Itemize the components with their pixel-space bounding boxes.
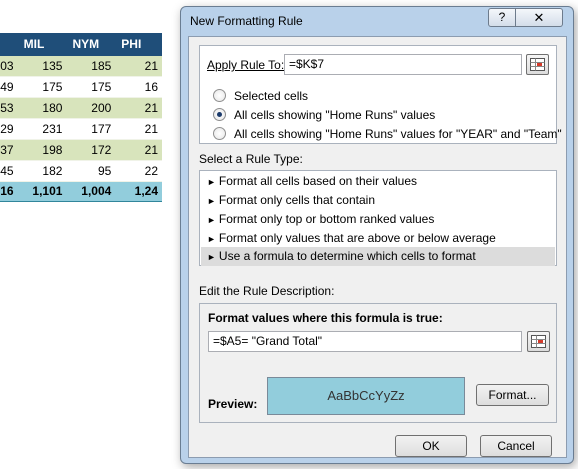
table-row: 137 198 172 21 <box>0 139 162 161</box>
apply-rule-group: Apply Rule To: =$K$7 Selected cells All … <box>199 45 562 144</box>
close-button[interactable]: ✕ <box>516 8 563 27</box>
select-rule-type-label: Select a Rule Type: <box>199 152 303 166</box>
arrow-right-icon: ► <box>207 177 216 187</box>
table-cell[interactable]: 172 <box>66 139 116 161</box>
dialog-body: Apply Rule To: =$K$7 Selected cells All … <box>188 36 567 458</box>
rule-type-list[interactable]: ► Format all cells based on their values … <box>199 170 557 266</box>
table-cell[interactable]: 177 <box>66 118 116 140</box>
table-cell[interactable]: 137 <box>0 139 18 161</box>
radio-label: All cells showing "Home Runs" values for… <box>234 127 562 141</box>
table-row: 149 175 175 16 <box>0 76 162 98</box>
radio-button[interactable] <box>213 108 226 121</box>
table-cell[interactable]: 135 <box>17 55 67 77</box>
new-formatting-rule-dialog: New Formatting Rule ? ✕ Apply Rule To: =… <box>180 6 574 464</box>
pivot-table: O MIL NYM PHI 203 135 185 21 149 175 175… <box>0 33 162 202</box>
table-row: 129 231 177 21 <box>0 118 162 140</box>
format-button[interactable]: Format... <box>476 384 549 406</box>
formula-heading: Format values where this formula is true… <box>208 311 443 325</box>
grand-total-row: 916 1,101 1,004 1,24 <box>0 180 162 202</box>
apply-rule-to-label: Apply Rule To: <box>207 58 284 72</box>
table-row: 203 135 185 21 <box>0 55 162 77</box>
formula-input[interactable]: =$A5= "Grand Total" <box>208 331 522 352</box>
rule-type-label: Format all cells based on their values <box>218 174 418 188</box>
rule-type-label: Format only values that are above or bel… <box>218 231 496 245</box>
table-cell[interactable]: 21 <box>115 118 162 140</box>
arrow-right-icon: ► <box>207 234 216 244</box>
arrow-right-icon: ► <box>207 252 216 262</box>
total-cell[interactable]: 1,24 <box>115 180 162 202</box>
table-cell[interactable]: 149 <box>0 76 18 98</box>
table-cell[interactable]: 185 <box>66 55 116 77</box>
table-cell[interactable]: 21 <box>115 55 162 77</box>
table-row: 145 182 95 22 <box>0 160 162 182</box>
rule-type-item[interactable]: ► Format only values that are above or be… <box>201 229 555 248</box>
total-cell[interactable]: 1,101 <box>17 180 67 202</box>
help-icon: ? <box>498 10 506 24</box>
radio-button[interactable] <box>213 89 226 102</box>
table-cell[interactable]: 22 <box>115 160 162 182</box>
table-cell[interactable]: 231 <box>17 118 67 140</box>
column-header[interactable]: NYM <box>66 33 116 56</box>
column-header[interactable]: MIL <box>17 33 67 56</box>
table-cell[interactable]: 180 <box>17 97 67 119</box>
apply-rule-to-label-text: Apply Rule To: <box>207 58 285 72</box>
table-cell[interactable]: 175 <box>17 76 67 98</box>
range-selector-button[interactable] <box>526 54 549 75</box>
dialog-title: New Formatting Rule <box>190 14 303 28</box>
cancel-button[interactable]: Cancel <box>480 435 552 457</box>
table-cell[interactable]: 200 <box>66 97 116 119</box>
apply-rule-to-input[interactable]: =$K$7 <box>284 54 522 75</box>
range-selector-icon <box>530 58 545 71</box>
table-cell[interactable]: 16 <box>115 76 162 98</box>
close-icon: ✕ <box>533 10 545 25</box>
table-cell[interactable]: 129 <box>0 118 18 140</box>
formula-range-selector-button[interactable] <box>527 331 550 352</box>
total-cell[interactable]: 1,004 <box>66 180 116 202</box>
table-cell[interactable]: 153 <box>0 97 18 119</box>
title-bar[interactable]: New Formatting Rule ? ✕ <box>181 7 573 35</box>
rule-type-item[interactable]: ► Format all cells based on their values <box>201 172 555 191</box>
table-cell[interactable]: 95 <box>66 160 116 182</box>
rule-type-label: Format only cells that contain <box>218 193 375 207</box>
radio-button[interactable] <box>213 127 226 140</box>
range-selector-icon <box>531 335 546 348</box>
arrow-right-icon: ► <box>207 215 216 225</box>
table-cell[interactable]: 145 <box>0 160 18 182</box>
preview-label: Preview: <box>208 397 258 411</box>
rule-type-label: Use a formula to determine which cells t… <box>218 249 476 263</box>
spreadsheet-background: O MIL NYM PHI 203 135 185 21 149 175 175… <box>0 0 190 469</box>
rule-type-item-selected[interactable]: ► Use a formula to determine which cells … <box>201 247 555 266</box>
table-cell[interactable]: 182 <box>17 160 67 182</box>
table-row: 153 180 200 21 <box>0 97 162 119</box>
column-header[interactable]: PHI <box>115 33 162 56</box>
rule-type-item[interactable]: ► Format only top or bottom ranked values <box>201 210 555 229</box>
table-header-row: O MIL NYM PHI <box>0 33 162 56</box>
total-cell[interactable]: 916 <box>0 180 18 202</box>
rule-type-item[interactable]: ► Format only cells that contain <box>201 191 555 210</box>
arrow-right-icon: ► <box>207 196 216 206</box>
column-header[interactable]: O <box>0 33 18 56</box>
radio-label: Selected cells <box>234 89 309 103</box>
table-cell[interactable]: 198 <box>17 139 67 161</box>
format-preview: AaBbCcYyZz <box>267 377 465 415</box>
table-cell[interactable]: 203 <box>0 55 18 77</box>
table-cell[interactable]: 21 <box>115 97 162 119</box>
radio-label: All cells showing "Home Runs" values <box>234 108 436 122</box>
ok-button[interactable]: OK <box>395 435 467 457</box>
edit-rule-description-label: Edit the Rule Description: <box>199 284 335 298</box>
help-button[interactable]: ? <box>488 8 516 27</box>
rule-description-group: Format values where this formula is true… <box>199 303 557 423</box>
table-cell[interactable]: 175 <box>66 76 116 98</box>
table-cell[interactable]: 21 <box>115 139 162 161</box>
rule-type-label: Format only top or bottom ranked values <box>218 212 435 226</box>
